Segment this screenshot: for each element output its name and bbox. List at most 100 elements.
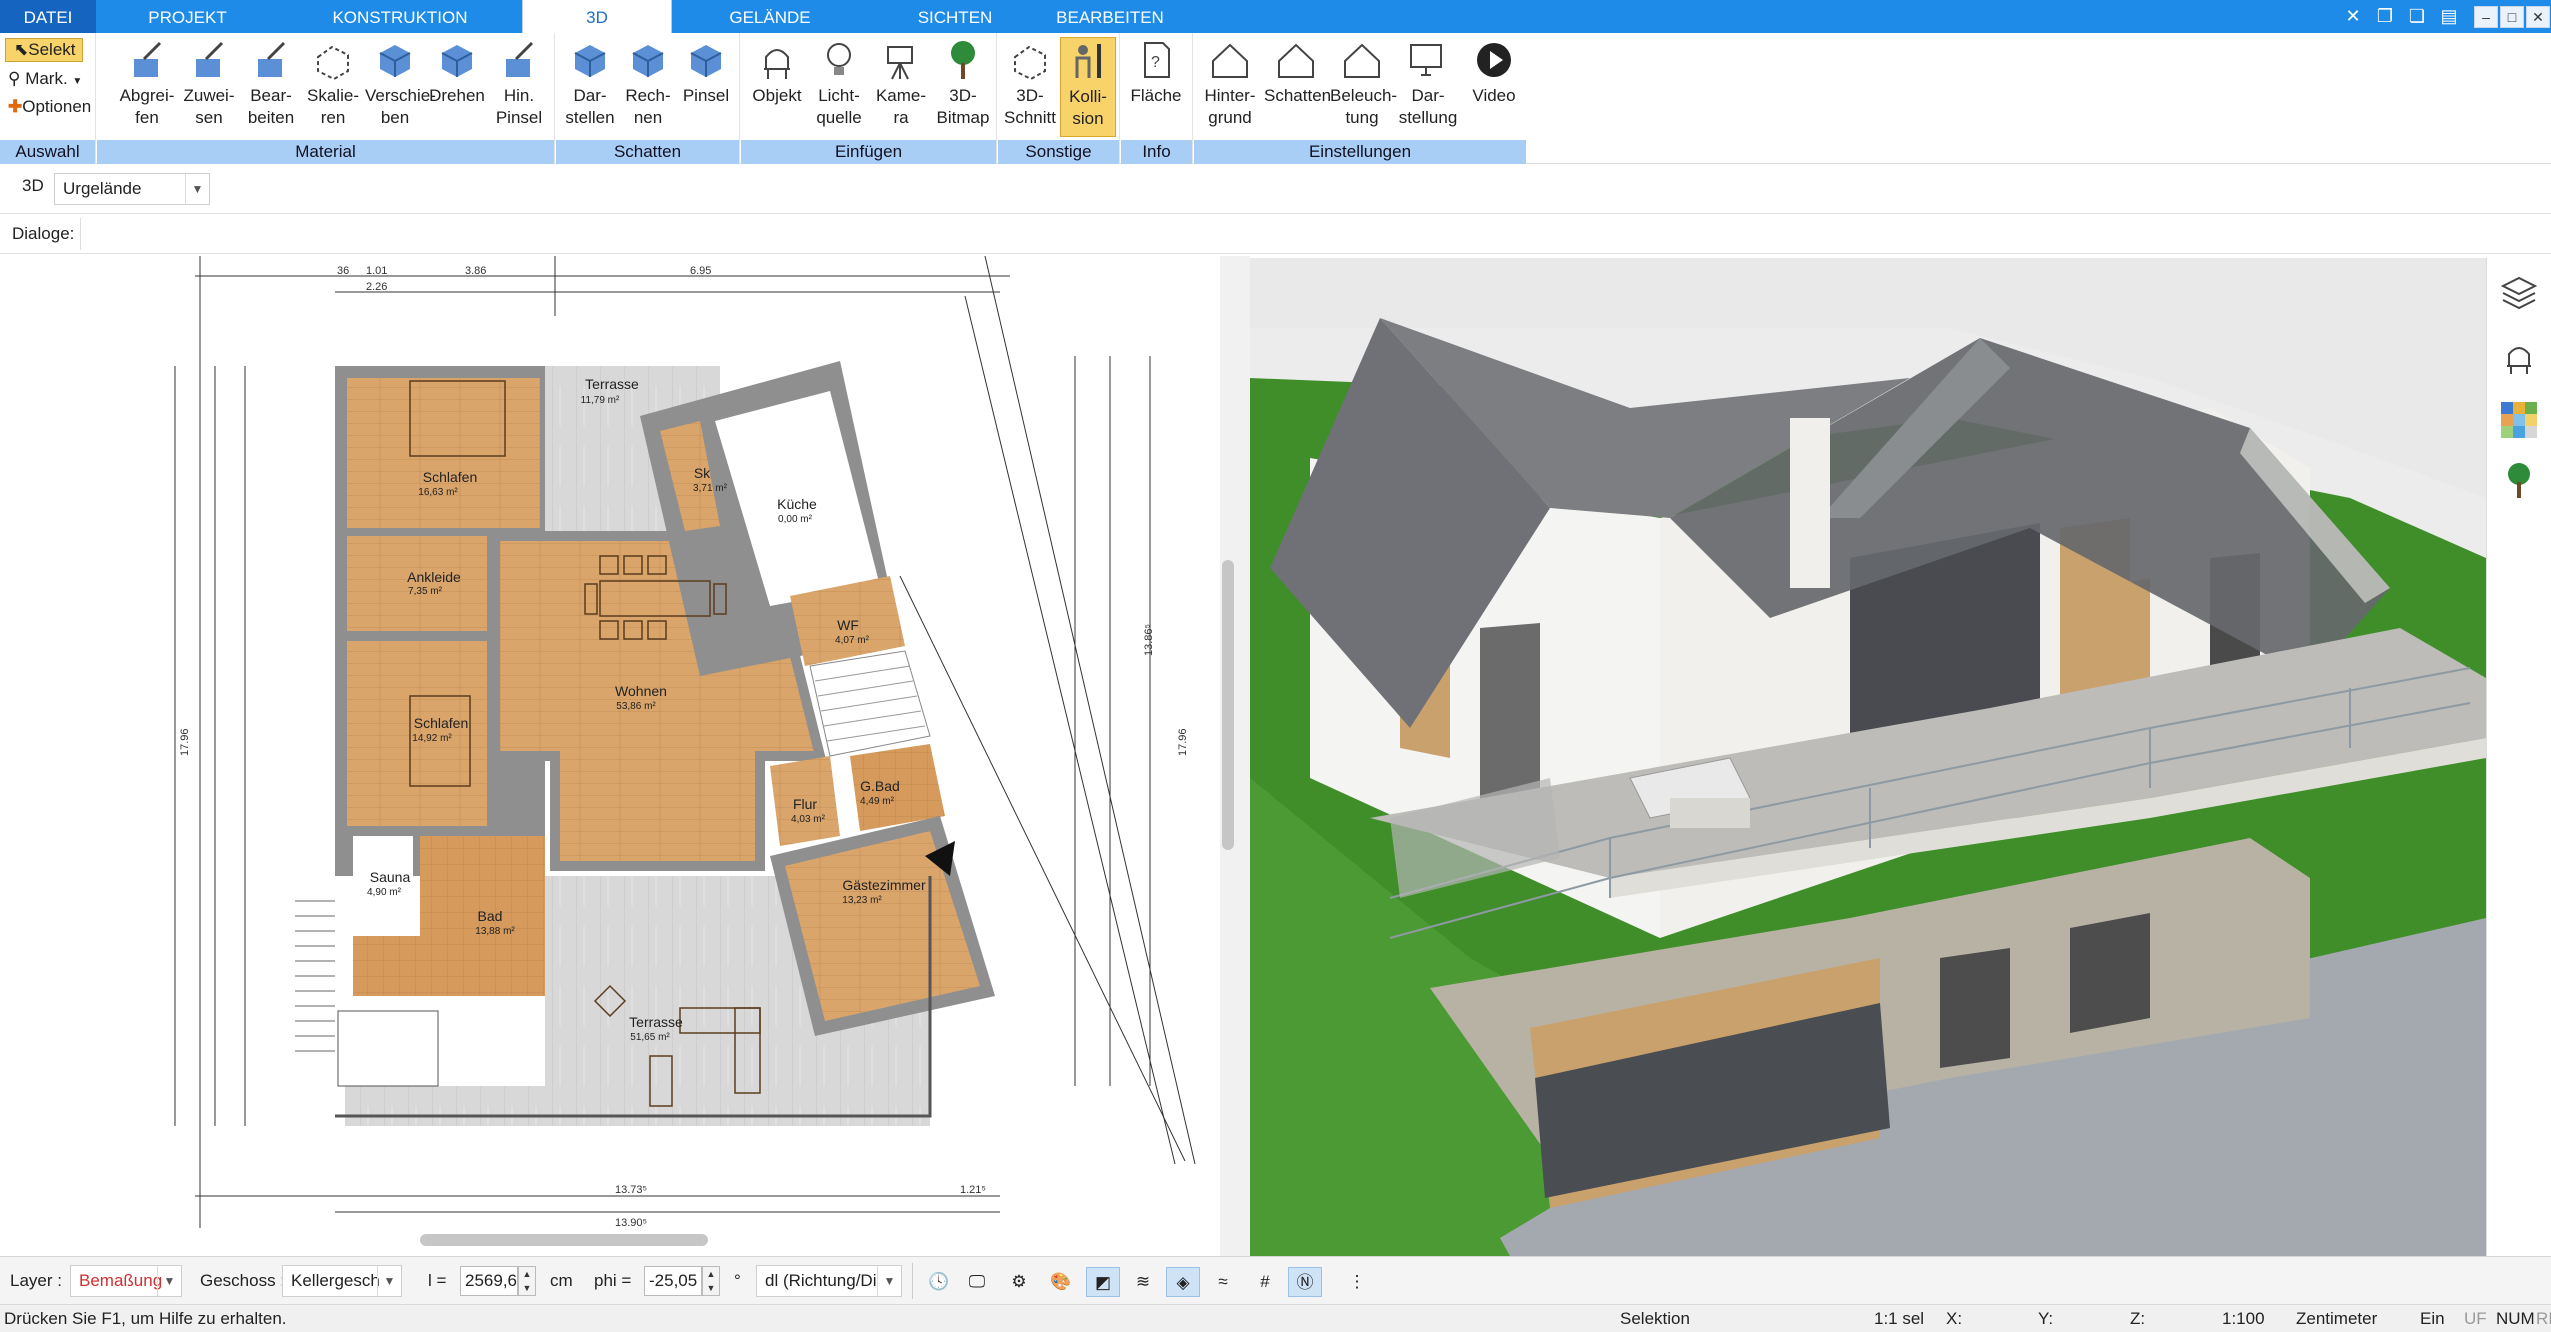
material-button-1[interactable]: Zuwei- sen bbox=[179, 37, 239, 137]
material-button-0[interactable]: Abgrei- fen bbox=[117, 37, 177, 137]
room-name: Flur bbox=[793, 796, 817, 812]
ribbon-tab-bar: DATEI PROJEKT KONSTRUKTION 3D GELÄNDE SI… bbox=[0, 0, 2551, 33]
einfuegen-button-2[interactable]: Kame- ra bbox=[871, 37, 931, 137]
divider bbox=[80, 218, 81, 250]
length-stepper[interactable]: ▲ ▼ bbox=[518, 1266, 536, 1296]
grid-icon[interactable]: # bbox=[1248, 1267, 1282, 1297]
layer-dropdown[interactable]: Bemaßung ▼ bbox=[70, 1265, 182, 1297]
group-auswahl: ⬉Selekt ⚲ Mark. ▼ ✚Optionen Auswahl bbox=[0, 33, 96, 164]
furniture-catalog-icon[interactable] bbox=[2497, 336, 2541, 380]
3d-view[interactable] bbox=[1250, 258, 2486, 1256]
material-button-3[interactable]: Skalie- ren bbox=[303, 37, 363, 137]
material-button-5[interactable]: Drehen bbox=[427, 37, 487, 137]
dim-right-0: 17.96 bbox=[1177, 728, 1189, 756]
monitor-icon[interactable]: 🖵 bbox=[960, 1267, 994, 1297]
close-button[interactable]: ✕ bbox=[2526, 6, 2550, 28]
layers-icon[interactable] bbox=[2497, 270, 2541, 314]
more-options-icon[interactable]: ⋮ bbox=[1340, 1267, 1374, 1297]
material-button-4[interactable]: Verschie- ben bbox=[365, 37, 436, 137]
outdoor-kitchen-base bbox=[1670, 798, 1750, 828]
einstellungen-button-2[interactable]: Beleuch- tung bbox=[1330, 37, 1397, 137]
info-button-0[interactable]: ? Fläche bbox=[1125, 37, 1187, 137]
dim-bottom-1: 1.21⁵ bbox=[960, 1184, 986, 1196]
tree-icon[interactable] bbox=[2497, 458, 2541, 502]
brush-icon bbox=[186, 37, 232, 83]
select-button[interactable]: ⬉Selekt bbox=[5, 38, 83, 62]
room-area: 16,63 m² bbox=[418, 487, 458, 498]
surface-mode-icon[interactable]: ◩ bbox=[1086, 1267, 1120, 1297]
tab-konstruktion[interactable]: KONSTRUKTION bbox=[310, 0, 490, 33]
tab-projekt[interactable]: PROJEKT bbox=[120, 0, 255, 33]
length-input[interactable]: 2569,6 bbox=[460, 1266, 518, 1296]
room-sauna bbox=[353, 836, 413, 936]
geschoss-dropdown[interactable]: Kellergesch ▼ bbox=[282, 1265, 402, 1297]
einstellungen-button-label: Dar- stellung bbox=[1398, 86, 1458, 127]
tools-icon[interactable]: ✕ bbox=[2340, 4, 2366, 28]
schatten-button-1[interactable]: Rech- nen bbox=[620, 37, 676, 137]
view-objects-icon[interactable]: ⚙ bbox=[1002, 1267, 1036, 1297]
window-tile-icon[interactable]: ❏ bbox=[2404, 4, 2430, 28]
dialoge-label: Dialoge: bbox=[12, 224, 75, 243]
material-button-label: Skalie- ren bbox=[307, 86, 359, 127]
dim-bottom-0: 13.73⁵ bbox=[615, 1184, 647, 1196]
vertical-scrollbar[interactable] bbox=[1222, 560, 1234, 850]
dim-left-0: 17.96 bbox=[179, 728, 191, 756]
app-window: { "tabs": [ {"label": "DATEI"}, {"label"… bbox=[0, 0, 2551, 1332]
mark-button[interactable]: ⚲ Mark. ▼ bbox=[8, 67, 82, 94]
minimize-button[interactable]: – bbox=[2474, 6, 2498, 28]
phi-stepper[interactable]: ▲ ▼ bbox=[702, 1266, 720, 1296]
options-button[interactable]: ✚Optionen bbox=[8, 95, 91, 119]
horizontal-scrollbar[interactable] bbox=[420, 1234, 708, 1246]
einfuegen-button-1[interactable]: Licht- quelle bbox=[809, 37, 869, 137]
window-restore-icon[interactable]: ❐ bbox=[2372, 4, 2398, 28]
window-list-icon[interactable]: ▤ bbox=[2436, 4, 2462, 28]
layer-select[interactable]: Urgelände ▼ bbox=[54, 173, 210, 205]
tab-bearbeiten[interactable]: BEARBEITEN bbox=[1045, 0, 1175, 33]
einstellungen-button-1[interactable]: Schatten bbox=[1264, 37, 1331, 137]
paint-icon[interactable]: 🎨 bbox=[1044, 1267, 1078, 1297]
cut-icon bbox=[1007, 37, 1053, 83]
einfuegen-button-3[interactable]: 3D- Bitmap bbox=[933, 37, 993, 137]
tab-sichten[interactable]: SICHTEN bbox=[885, 0, 1025, 33]
chair-icon bbox=[754, 37, 800, 83]
phi-unit: ° bbox=[734, 1271, 741, 1290]
north-icon[interactable]: Ⓝ bbox=[1288, 1267, 1322, 1297]
monitor-icon bbox=[1405, 37, 1451, 83]
room-name: Schlafen bbox=[423, 469, 477, 485]
direction-dropdown[interactable]: dl (Richtung/Di ▼ bbox=[756, 1265, 902, 1297]
status-bar: Drücken Sie F1, um Hilfe zu erhalten. Se… bbox=[0, 1304, 2551, 1332]
layers-view-icon[interactable]: ≋ bbox=[1126, 1267, 1160, 1297]
bulb-icon bbox=[816, 37, 862, 83]
chevron-down-icon: ▼ bbox=[157, 1266, 181, 1296]
material-button-6[interactable]: Hin. Pinsel bbox=[489, 37, 549, 137]
schatten-button-0[interactable]: Dar- stellen bbox=[562, 37, 618, 137]
material-button-2[interactable]: Bear- beiten bbox=[241, 37, 301, 137]
tab-3d[interactable]: 3D bbox=[522, 0, 672, 33]
layer-stack-icon[interactable]: ◈ bbox=[1166, 1267, 1200, 1297]
maximize-button[interactable]: □ bbox=[2500, 6, 2524, 28]
phi-input[interactable]: -25,05 bbox=[644, 1266, 702, 1296]
cube-icon bbox=[683, 37, 729, 83]
house-icon bbox=[1273, 37, 1319, 83]
sonstige-button-0[interactable]: 3D- Schnitt bbox=[1002, 37, 1058, 137]
tab-gelaende[interactable]: GELÄNDE bbox=[700, 0, 840, 33]
gradient-icon[interactable]: ≈ bbox=[1206, 1267, 1240, 1297]
einstellungen-button-4[interactable]: Video bbox=[1462, 37, 1526, 137]
cube-icon bbox=[567, 37, 613, 83]
schatten-button-2[interactable]: Pinsel bbox=[678, 37, 734, 137]
einstellungen-button-3[interactable]: Dar- stellung bbox=[1396, 37, 1460, 137]
einfuegen-button-label: 3D- Bitmap bbox=[936, 86, 990, 127]
sonstige-button-1[interactable]: Kolli- sion bbox=[1060, 37, 1116, 137]
status-scale: 1:100 bbox=[2222, 1309, 2265, 1328]
group-einfuegen: Objekt Licht- quelle Kame- ra 3D- Bitmap Ei… bbox=[741, 33, 997, 164]
room-area: 7,35 m² bbox=[408, 586, 443, 597]
ribbon: ⬉Selekt ⚲ Mark. ▼ ✚Optionen Auswahl Abgr… bbox=[0, 33, 2551, 164]
clock-icon[interactable]: 🕓 bbox=[922, 1267, 956, 1297]
tab-datei[interactable]: DATEI bbox=[0, 0, 96, 33]
floor-plan-view[interactable]: 36 1.01 3.86 6.95 2.26 13.73⁵ 1.21⁵ 13.9… bbox=[0, 256, 1220, 1228]
einfuegen-button-0[interactable]: Objekt bbox=[747, 37, 807, 137]
einstellungen-button-0[interactable]: Hinter- grund bbox=[1198, 37, 1262, 137]
materials-icon[interactable] bbox=[2497, 398, 2541, 442]
stairs-left bbox=[295, 900, 335, 1052]
mark-icon: ⚲ bbox=[8, 69, 21, 88]
